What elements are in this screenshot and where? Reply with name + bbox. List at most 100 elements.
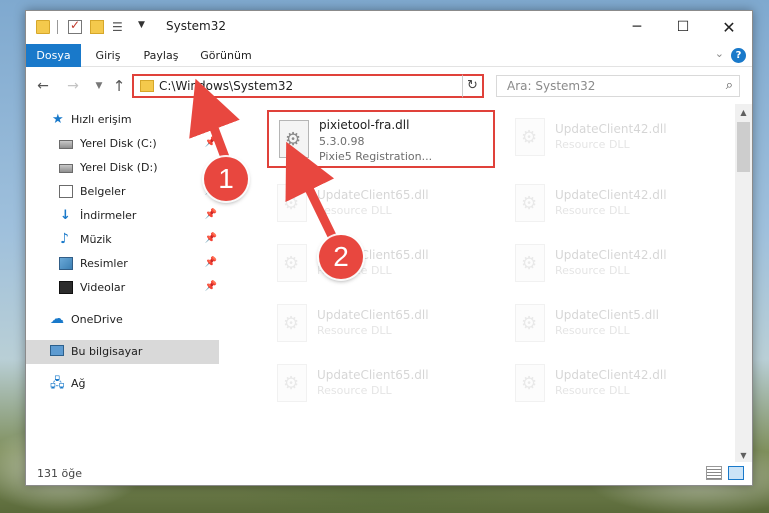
file-name: UpdateClient65.dll: [317, 308, 429, 322]
file-name: UpdateClient5.dll: [555, 308, 659, 322]
pin-icon[interactable]: 📌: [205, 281, 217, 292]
sidebar-item-label: Belgeler: [80, 185, 126, 198]
dll-file-icon: [515, 364, 545, 402]
file-item[interactable]: UpdateClient42.dll Resource DLL: [505, 176, 725, 228]
folder-icon: [140, 80, 154, 92]
sidebar-item-label: Müzik: [80, 233, 112, 246]
title-bar: ☰ ▼ System32 ─ ☐ ✕: [26, 11, 752, 44]
callout-step-2: 2: [319, 235, 363, 279]
refresh-button[interactable]: ↻: [462, 74, 484, 98]
sidebar-item-this-pc[interactable]: Bu bilgisayar: [26, 340, 219, 364]
properties-check-icon[interactable]: [68, 18, 82, 34]
dll-file-icon: [277, 244, 307, 282]
sidebar-item-network[interactable]: 🖧 Ağ: [26, 372, 219, 396]
documents-icon: [59, 185, 73, 198]
file-name: pixietool-fra.dll: [319, 118, 410, 132]
download-icon: ↓: [60, 208, 71, 223]
toolbar-separator: [57, 20, 58, 34]
sidebar-item-label: Videolar: [80, 281, 126, 294]
dll-file-icon: [277, 184, 307, 222]
file-item[interactable]: UpdateClient65.dll Resource DLL: [267, 356, 487, 408]
pin-icon[interactable]: 📌: [205, 233, 217, 244]
pictures-icon: [59, 257, 73, 270]
sidebar-item-onedrive[interactable]: ☁ OneDrive: [26, 308, 219, 332]
sidebar-item-downloads[interactable]: ↓ İndirmeler 📌: [26, 204, 219, 228]
address-bar[interactable]: C:\Windows\System32 ⌄: [132, 74, 484, 98]
file-name: UpdateClient42.dll: [555, 122, 667, 136]
expand-ribbon-icon[interactable]: ⌄: [715, 47, 724, 60]
navigation-pane: ★ Hızlı erişim Yerel Disk (C:) 📌 Yerel D…: [26, 104, 219, 464]
videos-icon: [59, 281, 73, 294]
tab-file[interactable]: Dosya: [26, 44, 81, 67]
file-item[interactable]: UpdateClient42.dll Resource DLL: [505, 236, 725, 288]
sidebar-item-label: Resimler: [80, 257, 128, 270]
callout-step-1: 1: [204, 157, 248, 201]
minimize-button[interactable]: ─: [614, 11, 660, 44]
sidebar-item-music[interactable]: ♪ Müzik 📌: [26, 228, 219, 252]
drive-icon: [59, 140, 73, 149]
tab-share[interactable]: Paylaş: [136, 44, 186, 67]
pc-icon: [50, 345, 64, 356]
sidebar-item-label: İndirmeler: [80, 209, 137, 222]
pin-icon[interactable]: 📌: [205, 257, 217, 268]
sidebar-item-label: Yerel Disk (C:): [80, 137, 157, 150]
address-path[interactable]: C:\Windows\System32: [159, 79, 293, 93]
vertical-scrollbar[interactable]: ▲ ▼: [735, 104, 752, 464]
scroll-up-icon[interactable]: ▲: [735, 104, 752, 121]
recent-locations-chevron-icon[interactable]: ▼: [90, 75, 108, 97]
dll-file-icon: [515, 118, 545, 156]
file-description: Resource DLL: [555, 264, 630, 277]
sidebar-item-label: Yerel Disk (D:): [80, 161, 158, 174]
details-view-icon[interactable]: [706, 466, 722, 480]
sidebar-item-local-disk-c[interactable]: Yerel Disk (C:) 📌: [26, 132, 219, 156]
file-item[interactable]: UpdateClient65.dll Resource DLL: [267, 296, 487, 348]
pin-icon[interactable]: 📌: [205, 209, 217, 220]
status-bar: 131 öğe: [26, 462, 752, 485]
close-button[interactable]: ✕: [706, 11, 752, 44]
scrollbar-thumb[interactable]: [737, 122, 750, 172]
search-box[interactable]: Ara: System32 ⌕: [496, 75, 740, 97]
file-description: Pixie5 Registration...: [319, 150, 433, 163]
search-input[interactable]: Ara: System32: [507, 79, 595, 93]
help-icon[interactable]: ?: [731, 48, 746, 63]
file-description: Resource DLL: [555, 324, 630, 337]
sidebar-item-pictures[interactable]: Resimler 📌: [26, 252, 219, 276]
tab-view[interactable]: Görünüm: [196, 44, 256, 67]
back-button[interactable]: ←: [34, 75, 52, 97]
tiles-view-icon[interactable]: [728, 466, 744, 480]
sidebar-item-quick-access[interactable]: ★ Hızlı erişim: [26, 108, 219, 132]
file-item[interactable]: UpdateClient65.dll Resource DLL: [267, 176, 487, 228]
forward-button[interactable]: →: [64, 75, 82, 97]
star-icon: ★: [52, 112, 64, 127]
sidebar-item-videos[interactable]: Videolar 📌: [26, 276, 219, 300]
file-explorer-window: ☰ ▼ System32 ─ ☐ ✕ Dosya Giriş Paylaş Gö…: [25, 10, 753, 486]
sidebar-item-label: Ağ: [71, 377, 86, 390]
file-item-highlighted[interactable]: pixietool-fra.dll 5.3.0.98 Pixie5 Regist…: [267, 110, 495, 168]
file-item[interactable]: UpdateClient65.dll Resource DLL: [267, 236, 487, 288]
dll-file-icon: [515, 304, 545, 342]
dll-file-icon: [279, 120, 309, 158]
search-icon[interactable]: ⌕: [726, 78, 733, 93]
sidebar-item-documents[interactable]: Belgeler 📌: [26, 180, 219, 204]
quick-access-toolbar-icon[interactable]: ☰: [112, 20, 130, 34]
tab-home[interactable]: Giriş: [88, 44, 128, 67]
sidebar-item-label: Bu bilgisayar: [71, 345, 143, 358]
sidebar-item-local-disk-d[interactable]: Yerel Disk (D:): [26, 156, 219, 180]
pin-icon[interactable]: 📌: [205, 137, 217, 148]
file-name: UpdateClient65.dll: [317, 368, 429, 382]
network-icon: 🖧: [50, 376, 65, 391]
file-item[interactable]: UpdateClient42.dll Resource DLL: [505, 110, 725, 162]
maximize-button[interactable]: ☐: [660, 11, 706, 44]
up-button[interactable]: ↑: [110, 75, 128, 97]
item-count: 131 öğe: [37, 467, 82, 480]
new-folder-icon[interactable]: [90, 20, 104, 34]
file-item[interactable]: UpdateClient42.dll Resource DLL: [505, 356, 725, 408]
file-description: Resource DLL: [555, 138, 630, 151]
chevron-down-icon[interactable]: ▼: [138, 20, 145, 30]
file-list: pixietool-fra.dll 5.3.0.98 Pixie5 Regist…: [233, 104, 733, 464]
file-description: Resource DLL: [555, 204, 630, 217]
file-item[interactable]: UpdateClient5.dll Resource DLL: [505, 296, 725, 348]
file-name: UpdateClient65.dll: [317, 188, 429, 202]
ribbon-tabs: Dosya Giriş Paylaş Görünüm ⌄ ?: [26, 44, 752, 67]
dll-file-icon: [515, 184, 545, 222]
